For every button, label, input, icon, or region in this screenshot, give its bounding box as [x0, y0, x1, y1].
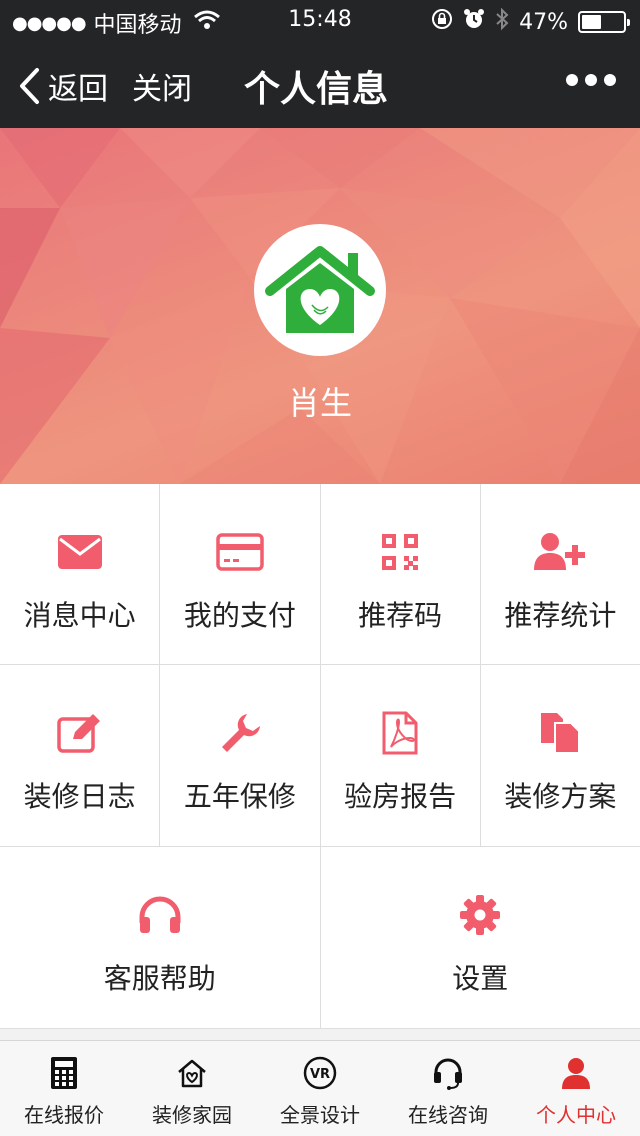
bluetooth-icon [495, 7, 509, 37]
menu-row: 消息中心 我的支付 推荐码 推荐统计 [0, 484, 640, 665]
battery-icon [578, 11, 630, 33]
chevron-left-icon [20, 68, 39, 104]
menu-item-inspection-report[interactable]: 验房报告 [321, 665, 481, 846]
menu-item-label: 装修日志 [23, 780, 136, 813]
more-dot-icon [604, 74, 616, 86]
profile-header: 肖生 [0, 128, 640, 484]
tab-renovation-home[interactable]: 装修家园 [128, 1041, 256, 1136]
tab-label: 在线报价 [24, 1103, 104, 1127]
add-user-icon [534, 530, 586, 574]
nav-bar: 返回 关闭 个人信息 [0, 40, 640, 128]
menu-item-label: 设置 [452, 962, 509, 995]
avatar[interactable] [254, 224, 386, 356]
close-button[interactable]: 关闭 [132, 64, 192, 108]
alarm-icon [463, 8, 485, 36]
menu-item-label: 验房报告 [344, 780, 457, 813]
tab-label: 在线咨询 [408, 1103, 488, 1127]
back-label: 返回 [48, 72, 108, 107]
rotation-lock-icon [431, 8, 453, 36]
menu-item-renovation-plan[interactable]: 装修方案 [481, 665, 640, 846]
calculator-icon [50, 1055, 78, 1091]
home-heart-logo-icon [265, 246, 375, 333]
tab-online-quote[interactable]: 在线报价 [0, 1041, 128, 1136]
status-bar: ●●●●● 中国移动 15:48 47% [0, 0, 640, 40]
menu-item-referral-code[interactable]: 推荐码 [321, 484, 481, 664]
menu-item-label: 装修方案 [504, 780, 617, 813]
headset-icon [432, 1055, 464, 1091]
bottom-tab-bar: 在线报价 装修家园 VR 全景设计 在线咨询 个人中心 [0, 1040, 640, 1136]
edit-icon [56, 711, 103, 755]
menu-item-renovation-log[interactable]: 装修日志 [0, 665, 161, 846]
menu-item-label: 五年保修 [183, 780, 296, 813]
menu-item-label: 推荐统计 [504, 599, 617, 632]
menu-item-settings[interactable]: 设置 [321, 847, 640, 1028]
user-icon [561, 1055, 591, 1091]
menu-row: 客服帮助 设置 [0, 847, 640, 1029]
menu-item-label: 客服帮助 [103, 962, 216, 995]
vr-icon: VR [303, 1055, 337, 1091]
page-title: 个人信息 [244, 69, 389, 110]
more-dot-icon [566, 74, 578, 86]
pdf-file-icon [382, 711, 418, 755]
battery-percent: 47% [519, 9, 568, 35]
copy-files-icon [539, 711, 581, 755]
back-button[interactable]: 返回 [18, 64, 108, 108]
envelope-icon [57, 530, 103, 574]
menu-item-referral-stats[interactable]: 推荐统计 [481, 484, 640, 664]
tab-panorama-design[interactable]: VR 全景设计 [256, 1041, 384, 1136]
tab-label: 全景设计 [280, 1103, 360, 1127]
menu-item-my-payment[interactable]: 我的支付 [160, 484, 321, 664]
menu-item-label: 我的支付 [183, 599, 296, 632]
gear-icon [459, 893, 501, 937]
menu-item-five-year-warranty[interactable]: 五年保修 [160, 665, 321, 846]
menu-row: 装修日志 五年保修 验房报告 装修方案 [0, 665, 640, 847]
username: 肖生 [287, 384, 352, 422]
tab-online-consult[interactable]: 在线咨询 [384, 1041, 512, 1136]
tab-label: 个人中心 [536, 1103, 616, 1127]
menu-item-customer-help[interactable]: 客服帮助 [0, 847, 321, 1028]
menu-grid: 消息中心 我的支付 推荐码 推荐统计 装修日志 五年保修 验房报告 装修方案 客… [0, 484, 640, 1029]
tab-personal-center[interactable]: 个人中心 [512, 1041, 640, 1136]
tab-label: 装修家园 [152, 1103, 232, 1127]
more-dot-icon [585, 74, 597, 86]
menu-item-label: 推荐码 [358, 599, 443, 632]
qr-code-icon [381, 530, 419, 574]
battery-level [582, 15, 601, 29]
headphones-icon [138, 893, 182, 937]
wrench-icon [219, 711, 261, 755]
menu-item-label: 消息中心 [23, 599, 136, 632]
more-options-button[interactable] [566, 74, 616, 86]
home-heart-icon [176, 1055, 208, 1091]
svg-text:VR: VR [310, 1067, 330, 1082]
menu-item-messages[interactable]: 消息中心 [0, 484, 161, 664]
credit-card-icon [216, 530, 264, 574]
